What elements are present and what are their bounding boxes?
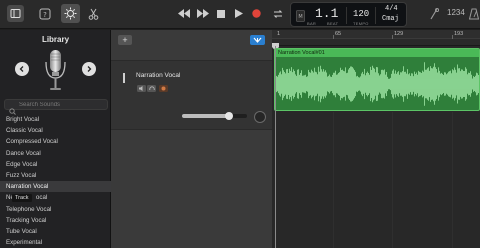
lcd-tempo-value: 120: [353, 9, 370, 19]
add-track-button[interactable]: +: [118, 35, 132, 45]
play-icon[interactable]: [230, 5, 247, 22]
preset-item[interactable]: Bright Vocal: [0, 114, 111, 125]
preset-item[interactable]: Experimental: [0, 237, 111, 248]
lcd-divider: [346, 7, 347, 24]
metronome-icon[interactable]: [465, 5, 480, 22]
preset-item[interactable]: Telephone Vocal: [0, 204, 111, 215]
help-icon[interactable]: ?: [36, 5, 53, 22]
track-name[interactable]: Narration Vocal: [136, 72, 180, 79]
lcd-key: Cmaj: [382, 15, 399, 23]
microphone-icon: [41, 48, 70, 97]
playhead-line: [275, 46, 276, 248]
track-indicator: [123, 73, 125, 83]
region-name: Narration Vocal#01: [278, 50, 325, 56]
control-bar: ? M 1.1 BAR BEAT 120 TEMPO 4/4 Cmaj 1234: [0, 0, 480, 29]
preset-item[interactable]: Ne ocal Track: [0, 192, 111, 203]
headphones-icon[interactable]: [147, 85, 156, 92]
waveform-path: [275, 62, 479, 106]
previous-arrow-icon[interactable]: [15, 62, 29, 76]
lcd-beat-caption: BEAT: [327, 21, 339, 26]
ruler[interactable]: 1 65 129 193: [272, 30, 480, 39]
preset-item[interactable]: Classic Vocal: [0, 125, 111, 136]
preset-list: Bright Vocal Classic Vocal Compressed Vo…: [0, 114, 111, 248]
cycle-icon[interactable]: [269, 5, 286, 22]
grid-line: [392, 112, 393, 248]
lcd-bar-value: 1.1: [315, 6, 339, 21]
svg-text:M: M: [298, 14, 302, 20]
ruler-label: 1: [277, 31, 281, 37]
record-enable-icon[interactable]: [159, 85, 168, 92]
preset-item-label-tail: ocal: [35, 194, 48, 202]
audio-region[interactable]: Narration Vocal#01: [274, 48, 480, 111]
volume-slider[interactable]: [182, 114, 247, 118]
library-panel: Library Bright Vocal Classic Vocal Compr…: [0, 30, 111, 248]
volume-fill: [182, 114, 229, 118]
next-arrow-icon[interactable]: [82, 62, 96, 76]
stop-icon[interactable]: [212, 5, 229, 22]
svg-text:?: ?: [43, 11, 47, 19]
lcd-bar-caption: BAR: [307, 21, 317, 26]
ruler-label: 129: [394, 31, 404, 37]
tuner-icon[interactable]: [425, 5, 442, 22]
rewind-icon[interactable]: [175, 5, 192, 22]
lcd-display[interactable]: M 1.1 BAR BEAT 120 TEMPO 4/4 Cmaj: [290, 2, 407, 27]
track-headers: + Narration Vocal: [111, 30, 272, 248]
grid-line: [333, 112, 334, 248]
scissors-icon[interactable]: [85, 5, 102, 22]
volume-knob[interactable]: [224, 112, 233, 120]
preset-item[interactable]: Tracking Vocal: [0, 215, 111, 226]
region-header: Narration Vocal#01: [275, 49, 479, 57]
track-header[interactable]: Narration Vocal: [111, 60, 272, 130]
tracks-area: 1 65 129 193 Narration Vocal#01: [272, 30, 480, 248]
tooltip: Track: [12, 194, 32, 203]
lcd-tempo-caption: TEMPO: [353, 21, 369, 26]
count-in-label[interactable]: 1234: [447, 8, 465, 17]
fast-forward-icon[interactable]: [194, 5, 211, 22]
search-field[interactable]: [4, 99, 108, 115]
library-title: Library: [41, 35, 70, 44]
library-icon[interactable]: [7, 5, 24, 22]
lcd-mode-icon: M: [296, 9, 305, 27]
grid-line: [452, 112, 453, 248]
waveform: [275, 62, 479, 106]
mute-icon[interactable]: [137, 85, 146, 92]
preset-item[interactable]: Fuzz Vocal: [0, 170, 111, 181]
pan-knob[interactable]: [254, 111, 266, 123]
lcd-time-signature: 4/4: [385, 5, 398, 13]
preset-item[interactable]: Compressed Vocal: [0, 136, 111, 147]
search-input[interactable]: [19, 100, 104, 109]
preset-item[interactable]: Tube Vocal: [0, 226, 111, 237]
ruler-label: 65: [335, 31, 342, 37]
cycle-area[interactable]: [272, 39, 480, 46]
smart-controls-icon[interactable]: [61, 4, 80, 23]
record-icon[interactable]: [248, 5, 265, 22]
preset-item-selected[interactable]: Narration Vocal: [0, 181, 111, 193]
lcd-divider: [375, 7, 376, 24]
ruler-label: 193: [454, 31, 464, 37]
track-header-toggle-icon[interactable]: [250, 35, 265, 45]
preset-item[interactable]: Edge Vocal: [0, 159, 111, 170]
preset-item[interactable]: Dance Vocal: [0, 148, 111, 159]
